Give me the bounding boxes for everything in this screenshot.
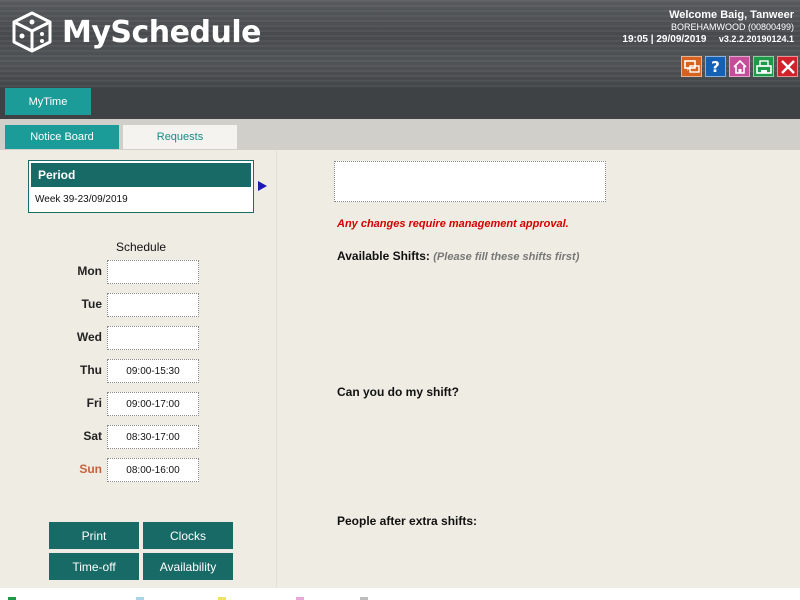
period-value[interactable]: Week 39-23/09/2019 xyxy=(29,189,253,210)
main-nav: MyTime xyxy=(0,88,800,119)
approval-warning: Any changes require management approval. xyxy=(337,218,569,230)
print-icon xyxy=(755,59,772,74)
available-shifts-hint: (Please fill these shifts first) xyxy=(433,251,580,263)
shift-time xyxy=(107,293,199,317)
app-logo: MySchedule xyxy=(10,10,261,54)
schedule-row-wed: Wed xyxy=(60,326,200,350)
clocks-button[interactable]: Clocks xyxy=(143,522,233,549)
schedule-row-tue: Tue xyxy=(60,293,200,317)
day-label: Tue xyxy=(81,297,102,311)
shift-time: 08:30-17:00 xyxy=(107,425,199,449)
schedule-row-sun: Sun 08:00-16:00 xyxy=(60,458,200,482)
messages-button[interactable] xyxy=(681,56,702,77)
notice-board-panel: Any changes require management approval.… xyxy=(278,150,800,588)
help-icon: ? xyxy=(711,57,720,76)
shift-time: 09:00-17:00 xyxy=(107,392,199,416)
extra-shifts-label: People after extra shifts: xyxy=(337,514,478,528)
available-shifts-label: Available Shifts: xyxy=(337,249,430,263)
schedule-row-mon: Mon xyxy=(60,260,200,284)
day-label: Sat xyxy=(83,429,102,443)
day-label: Wed xyxy=(76,330,102,344)
cube-logo-icon xyxy=(12,11,52,53)
home-icon xyxy=(732,59,747,74)
availability-button[interactable]: Availability xyxy=(143,553,233,580)
messages-icon xyxy=(683,59,700,73)
help-button[interactable]: ? xyxy=(705,56,726,77)
tab-mytime[interactable]: MyTime xyxy=(5,88,91,115)
swap-shift-label: Can you do my shift? xyxy=(337,385,460,399)
print-button[interactable] xyxy=(753,56,774,77)
brand-name: MySchedule xyxy=(62,14,261,50)
schedule-row-thu: Thu 09:00-15:30 xyxy=(60,359,200,383)
day-label: Sun xyxy=(79,462,102,476)
tab-notice-board[interactable]: Notice Board xyxy=(5,125,119,149)
period-header: Period xyxy=(31,163,251,187)
time-off-button[interactable]: Time-off xyxy=(49,553,139,580)
close-button[interactable] xyxy=(777,56,798,77)
version-text: v3.2.2.20190124.1 xyxy=(718,34,794,44)
schedule-row-fri: Fri 09:00-17:00 xyxy=(60,392,200,416)
datetime-text: 19:05 | 29/09/2019 xyxy=(622,34,707,45)
shift-time: 09:00-15:30 xyxy=(107,359,199,383)
day-label: Fri xyxy=(86,396,102,410)
message-textarea[interactable] xyxy=(334,161,606,202)
print-schedule-button[interactable]: Print xyxy=(49,522,139,549)
footer-strip xyxy=(0,588,800,600)
schedule-panel: Period Week 39-23/09/2019 Schedule Mon T… xyxy=(0,150,277,588)
close-icon xyxy=(780,59,795,74)
welcome-text: Welcome Baig, Tanweer xyxy=(669,9,794,21)
branch-text: BOREHAMWOOD (00800499) xyxy=(670,22,794,32)
home-button[interactable] xyxy=(729,56,750,77)
header-toolbar: ? xyxy=(681,56,798,77)
shift-time: 08:00-16:00 xyxy=(107,458,199,482)
period-selector[interactable]: Period Week 39-23/09/2019 xyxy=(28,160,254,213)
sub-nav: Notice Board Requests xyxy=(0,119,800,150)
day-label: Mon xyxy=(77,264,102,278)
day-label: Thu xyxy=(80,363,102,377)
shift-time xyxy=(107,326,199,350)
schedule-row-sat: Sat 08:30-17:00 xyxy=(60,425,200,449)
next-period-arrow-icon[interactable] xyxy=(258,181,267,191)
shift-time xyxy=(107,260,199,284)
schedule-title: Schedule xyxy=(116,240,167,254)
header-banner: MySchedule Welcome Baig, Tanweer BOREHAM… xyxy=(0,0,800,88)
tab-requests[interactable]: Requests xyxy=(123,125,237,149)
available-shifts-section: Available Shifts: (Please fill these shi… xyxy=(337,249,579,263)
user-info: Welcome Baig, Tanweer BOREHAMWOOD (00800… xyxy=(622,9,794,45)
